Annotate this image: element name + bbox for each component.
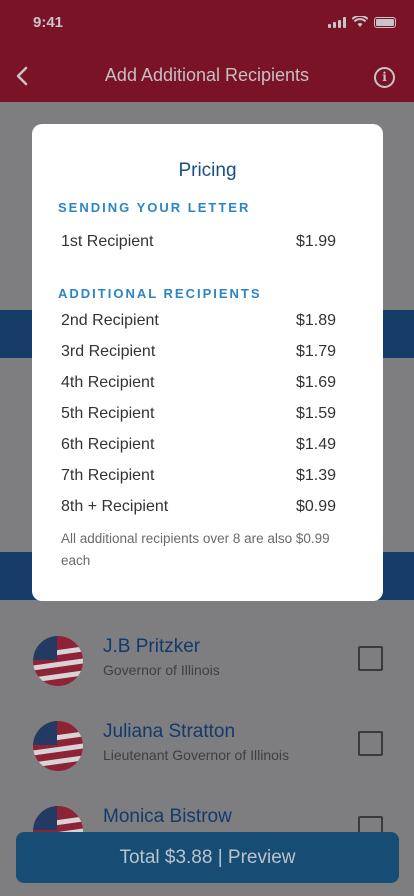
price-label: 6th Recipient bbox=[61, 436, 155, 453]
price-row: 2nd Recipient $1.89 bbox=[61, 312, 336, 334]
pricing-modal: Pricing SENDING YOUR LETTER 1st Recipien… bbox=[32, 124, 383, 601]
app-header: 9:41 Add Additional Recipients i bbox=[0, 0, 414, 102]
pricing-footnote: All additional recipients over 8 are als… bbox=[61, 531, 330, 568]
recipient-checkbox[interactable] bbox=[358, 731, 383, 756]
price-row: 5th Recipient $1.59 bbox=[61, 405, 336, 427]
price-row: 7th Recipient $1.39 bbox=[61, 467, 336, 489]
price-amount: $1.79 bbox=[295, 343, 336, 360]
recipient-name: Monica Bistrow bbox=[103, 806, 232, 827]
price-label: 4th Recipient bbox=[61, 374, 155, 391]
flag-avatar-icon bbox=[33, 636, 83, 686]
price-amount: $1.69 bbox=[295, 374, 336, 391]
price-label: 5th Recipient bbox=[61, 405, 155, 422]
modal-title: Pricing bbox=[178, 160, 237, 181]
recipient-name: Juliana Stratton bbox=[103, 721, 236, 742]
recipient-role: Lieutenant Governor of Illinois bbox=[103, 747, 289, 763]
section-heading-additional: ADDITIONAL RECIPIENTS bbox=[58, 286, 262, 301]
signal-icon bbox=[328, 16, 346, 28]
price-row: 3rd Recipient $1.79 bbox=[61, 343, 336, 365]
price-row: 4th Recipient $1.69 bbox=[61, 374, 336, 396]
price-label: 1st Recipient bbox=[61, 233, 154, 250]
price-row: 1st Recipient $1.99 bbox=[61, 233, 336, 255]
recipient-role: Governor of Illinois bbox=[103, 662, 220, 678]
price-amount: $1.89 bbox=[295, 312, 336, 329]
recipient-name: J.B Pritzker bbox=[103, 636, 201, 657]
status-time: 9:41 bbox=[33, 14, 64, 31]
price-amount: $1.59 bbox=[295, 405, 336, 422]
price-row: 8th + Recipient $0.99 bbox=[61, 498, 336, 520]
price-label: 3rd Recipient bbox=[61, 343, 156, 360]
list-item[interactable]: J.B Pritzker Governor of Illinois bbox=[0, 636, 414, 720]
flag-avatar-icon bbox=[33, 721, 83, 771]
price-row: 6th Recipient $1.49 bbox=[61, 436, 336, 458]
price-label: 2nd Recipient bbox=[61, 312, 159, 329]
price-label: 7th Recipient bbox=[61, 467, 155, 484]
section-heading-sending: SENDING YOUR LETTER bbox=[58, 200, 251, 215]
price-amount: $0.99 bbox=[295, 498, 336, 515]
price-amount: $1.49 bbox=[295, 436, 336, 453]
info-icon[interactable]: i bbox=[374, 67, 395, 88]
price-amount: $1.39 bbox=[295, 467, 336, 484]
battery-icon bbox=[374, 16, 396, 28]
total-preview-button[interactable]: Total $3.88 | Preview bbox=[16, 832, 399, 883]
recipient-checkbox[interactable] bbox=[358, 646, 383, 671]
status-icons bbox=[328, 16, 396, 28]
price-label: 8th + Recipient bbox=[61, 498, 169, 515]
nav-bar: Add Additional Recipients i bbox=[0, 52, 414, 100]
price-amount: $1.99 bbox=[295, 233, 336, 250]
wifi-icon bbox=[352, 16, 368, 27]
list-item[interactable]: Juliana Stratton Lieutenant Governor of … bbox=[0, 721, 414, 805]
page-title: Add Additional Recipients bbox=[104, 65, 310, 85]
status-bar: 9:41 bbox=[0, 0, 414, 46]
